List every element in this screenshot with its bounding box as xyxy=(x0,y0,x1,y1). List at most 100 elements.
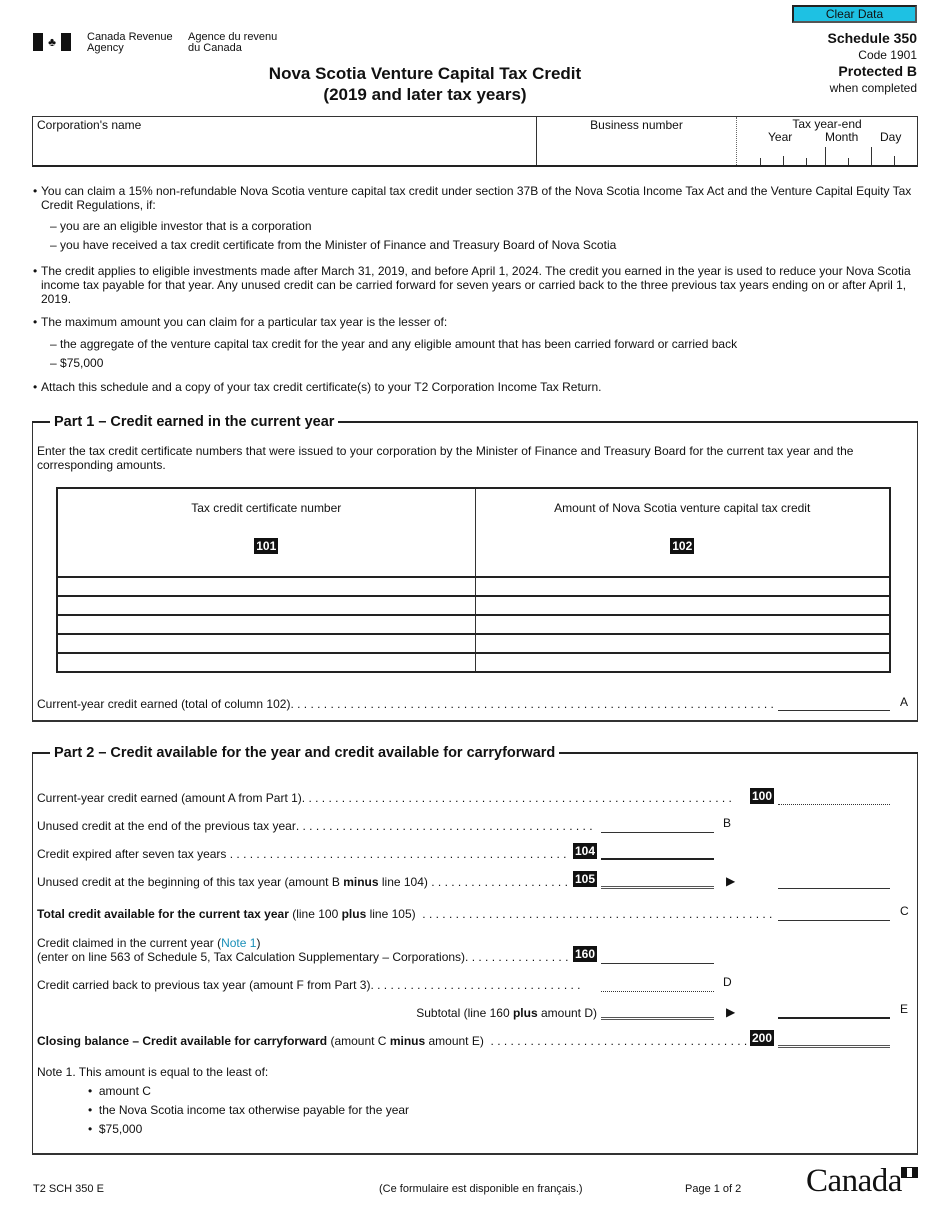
tax-year-end-label: Tax year-end xyxy=(792,117,862,131)
note-1-title: Note 1. This amount is equal to the leas… xyxy=(37,1065,269,1079)
day-label: Day xyxy=(880,130,902,144)
line-160-input[interactable] xyxy=(601,950,714,964)
business-number-label: Business number xyxy=(590,118,683,132)
intro-sub-item-text: $75,000 xyxy=(60,356,104,370)
canada-flag-icon xyxy=(901,1167,918,1178)
line-200-label: Closing balance – Credit available for c… xyxy=(37,1034,484,1048)
month-label: Month xyxy=(825,130,859,144)
line-160-label-2: (enter on line 563 of Schedule 5, Tax Ca… xyxy=(37,950,466,964)
subtotal-input[interactable] xyxy=(601,1006,714,1020)
closing-balance-input[interactable] xyxy=(778,1034,890,1048)
year-label: Year xyxy=(768,130,793,144)
identification-box: Corporation's name Business number Tax y… xyxy=(32,116,918,167)
amount-b-letter: B xyxy=(723,816,732,830)
line-code-101: 101 xyxy=(254,538,279,554)
line-105-row: Unused credit at the beginning of this t… xyxy=(37,875,570,889)
intro-sub-item: – the aggregate of the venture capital t… xyxy=(50,337,738,351)
line-160-label-1: Credit claimed in the current year (Note… xyxy=(37,936,261,950)
line-code-105: 105 xyxy=(573,871,598,887)
arrow-right-icon: ▶ xyxy=(726,874,736,888)
line-b-label: Unused credit at the end of the previous… xyxy=(37,819,296,833)
form-code: Code 1901 xyxy=(858,48,917,62)
line-code-104: 104 xyxy=(573,843,598,859)
amount-d-input[interactable] xyxy=(601,978,714,992)
line-105-input[interactable] xyxy=(601,875,714,889)
line-e-label: Subtotal (line 160 plus amount D) xyxy=(416,1006,597,1020)
line-200-row: Closing balance – Credit available for c… xyxy=(37,1034,747,1048)
business-number-field[interactable]: Business number xyxy=(537,117,737,165)
protected-label: Protected B xyxy=(838,63,917,79)
col-header-amount: Amount of Nova Scotia venture capital ta… xyxy=(474,487,891,578)
table-row xyxy=(56,633,891,654)
page-title: Nova Scotia Venture Capital Tax Credit xyxy=(268,64,582,83)
line-code-100: 100 xyxy=(750,788,775,804)
amount-c-input[interactable] xyxy=(778,907,890,921)
line-c-row: Total credit available for the current t… xyxy=(37,907,773,921)
table-row xyxy=(56,595,891,616)
certificate-number-input[interactable] xyxy=(56,576,476,597)
line-104-input[interactable] xyxy=(601,846,714,860)
part1-section: Enter the tax credit certificate numbers… xyxy=(32,423,918,722)
col-header-certificate: Tax credit certificate number 101 xyxy=(56,487,476,578)
credit-amount-input[interactable] xyxy=(474,614,891,635)
amount-c-letter: C xyxy=(900,904,909,918)
line-100-row: Current-year credit earned (amount A fro… xyxy=(37,791,732,805)
part1-instructions: Enter the tax credit certificate numbers… xyxy=(37,444,854,472)
intro-bullet-4: • Attach this schedule and a copy of your… xyxy=(33,380,923,394)
note-1-item: • amount C xyxy=(88,1084,151,1098)
intro-bullet-3: • The maximum amount you can claim for a … xyxy=(33,315,923,329)
line-100-label: Current-year credit earned (amount A fro… xyxy=(37,791,302,805)
credit-amount-input[interactable] xyxy=(474,595,891,616)
credit-amount-input[interactable] xyxy=(474,576,891,597)
table-row xyxy=(56,576,891,597)
amount-e-letter: E xyxy=(900,1002,909,1016)
canada-wordmark-text: Canada xyxy=(806,1163,902,1199)
intro-bullet-1: • You can claim a 15% non-refundable Nova… xyxy=(33,184,923,212)
amount-b-input[interactable] xyxy=(601,819,714,833)
form-id: T2 SCH 350 E xyxy=(33,1183,104,1195)
intro-sub-item-text: the aggregate of the venture capital tax… xyxy=(60,337,738,351)
note-1-item: • $75,000 xyxy=(88,1122,143,1136)
intro-sub-item-text: you have received a tax credit certifica… xyxy=(60,238,617,252)
certificate-table: Tax credit certificate number 101 Amount… xyxy=(56,487,891,673)
line-104-label: Credit expired after seven tax years xyxy=(37,847,227,861)
certificate-number-input[interactable] xyxy=(56,595,476,616)
agency-name-fr: Agence du revenu du Canada xyxy=(188,32,277,54)
page-subtitle: (2019 and later tax years) xyxy=(323,85,527,104)
line-160-row: (enter on line 563 of Schedule 5, Tax Ca… xyxy=(37,950,569,964)
arrow-right-icon: ▶ xyxy=(726,1005,736,1019)
line-104-row: Credit expired after seven tax years . .… xyxy=(37,847,570,861)
credit-amount-input[interactable] xyxy=(474,633,891,654)
line-105-carry-input[interactable] xyxy=(778,875,890,889)
line-code-160: 160 xyxy=(573,946,598,962)
intro-sub-item: – $75,000 xyxy=(50,356,104,370)
table-row xyxy=(56,614,891,635)
col-header-certificate-label: Tax credit certificate number xyxy=(191,501,342,515)
tax-year-end-field[interactable]: Tax year-end Year Month Day xyxy=(737,117,917,165)
intro-sub-item-text: you are an eligible investor that is a c… xyxy=(60,219,312,233)
french-availability-note: (Ce formulaire est disponible en françai… xyxy=(379,1183,583,1195)
intro-bullet-2: • The credit applies to eligible investme… xyxy=(33,264,913,306)
note-1-link[interactable]: Note 1 xyxy=(221,936,256,950)
certificate-number-input[interactable] xyxy=(56,633,476,654)
corporation-name-field[interactable]: Corporation's name xyxy=(33,117,537,165)
part1-total-label: Current-year credit earned (total of col… xyxy=(37,697,291,711)
line-code-102: 102 xyxy=(670,538,695,554)
intro-bullet-3-text: The maximum amount you can claim for a p… xyxy=(41,315,448,329)
intro-bullet-1-text: You can claim a 15% non-refundable Nova … xyxy=(41,184,912,212)
certificate-number-input[interactable] xyxy=(56,652,476,673)
clear-data-button[interactable]: Clear Data xyxy=(792,5,917,23)
line-d-row: Credit carried back to previous tax year… xyxy=(37,978,581,992)
amount-e-input[interactable] xyxy=(778,1005,890,1019)
agency-fr-line2: du Canada xyxy=(188,42,242,54)
intro-sub-item: – you are an eligible investor that is a… xyxy=(50,219,312,233)
line-d-label: Credit carried back to previous tax year… xyxy=(37,978,371,992)
certificate-number-input[interactable] xyxy=(56,614,476,635)
amount-a-input[interactable] xyxy=(778,697,890,711)
part1-total-line: Current-year credit earned (total of col… xyxy=(37,697,773,711)
col-header-amount-label: Amount of Nova Scotia venture capital ta… xyxy=(554,501,811,515)
line-b-row: Unused credit at the end of the previous… xyxy=(37,819,595,833)
amount-a-letter: A xyxy=(900,695,909,709)
credit-amount-input[interactable] xyxy=(474,652,891,673)
line-100-input[interactable] xyxy=(778,791,890,805)
